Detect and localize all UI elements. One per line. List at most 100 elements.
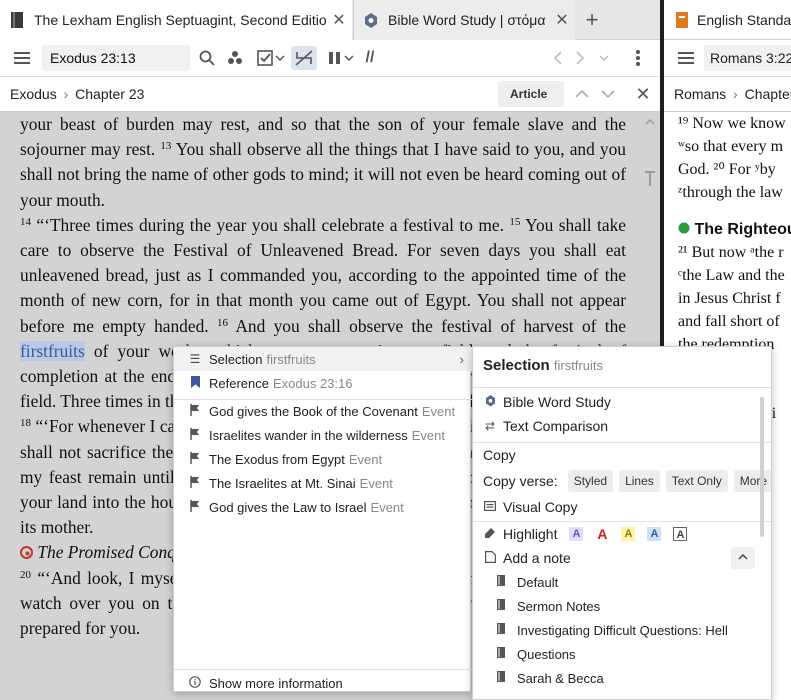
text-comparison-item[interactable]: ⇄ Text Comparison (483, 414, 608, 438)
breadcrumb-chapter[interactable]: Chapter 23 (75, 86, 144, 102)
visual-copy-item[interactable]: Visual Copy (483, 495, 577, 519)
verse-number[interactable]: 20 (20, 569, 31, 581)
notebook-item[interactable]: Investigating Difficult Questions: Hell (497, 618, 728, 642)
menu-item-reference[interactable]: Reference Exodus 23:16 (174, 371, 472, 395)
scroll-up-icon[interactable] (642, 114, 658, 130)
tab-bar: English Standard Version (664, 0, 791, 40)
book-icon (11, 12, 23, 28)
text-line[interactable]: and fall short of (678, 310, 791, 333)
flag-icon (188, 403, 202, 419)
breadcrumb: Exodus › Chapter 23 Article ✕ (0, 76, 660, 124)
tab-bar: The Lexham English Septuagint, Second Ed… (0, 0, 660, 40)
breadcrumb-separator: › (63, 86, 69, 102)
breadcrumb-chapter[interactable]: Chapter 3 (745, 86, 791, 102)
article-label: Article (510, 87, 548, 101)
breadcrumb-separator: › (733, 86, 738, 102)
tab-title: English Standard Version (697, 12, 791, 28)
section-heading: The Righteous (678, 218, 791, 241)
checklist-icon[interactable] (254, 46, 288, 70)
collapse-notes-button[interactable] (731, 547, 755, 569)
add-tab-button[interactable]: + (578, 6, 606, 34)
verse-number[interactable]: 13 (160, 140, 171, 152)
breadcrumb-book[interactable]: Romans (674, 86, 726, 102)
bookmark-icon (188, 375, 202, 391)
back-arrow-icon[interactable] (548, 46, 568, 70)
highlight-style-swatch[interactable]: A (621, 527, 636, 541)
selected-word[interactable]: firstfruits (20, 340, 85, 361)
article-dropdown[interactable]: Article (498, 81, 564, 124)
text-line[interactable]: God. ²⁰ For ʸby (678, 158, 791, 181)
verse-text[interactable]: And you shall observe the festival of ha… (235, 316, 626, 336)
close-tab-icon[interactable]: ✕ (326, 10, 352, 30)
copy-styled-button[interactable]: Styled (567, 470, 614, 492)
selection-actions-menu: Selection firstfruits Bible Word Study ⇄… (472, 346, 772, 700)
interlinear-icon[interactable] (291, 46, 317, 70)
note-icon (483, 550, 497, 566)
next-down-icon[interactable] (598, 82, 618, 106)
menu-scrollbar[interactable] (760, 397, 764, 537)
text-line[interactable]: ²¹ But now ᵃthe r (678, 241, 791, 264)
copy-text-only-button[interactable]: Text Only (665, 470, 728, 492)
columns-icon[interactable] (324, 46, 358, 70)
copy-more-button[interactable]: More » (733, 470, 771, 492)
close-tab-icon[interactable]: ✕ (549, 10, 575, 30)
highlight-row: Highlight A A A A A (483, 522, 688, 546)
text-line[interactable]: ʷso that every m (678, 135, 791, 158)
divider (473, 387, 771, 388)
more-options-icon[interactable] (628, 46, 648, 70)
menu-item-event[interactable]: Israelites wander in the wilderness Even… (174, 423, 472, 447)
search-icon[interactable] (196, 46, 218, 70)
text-line[interactable]: in Jesus Christ f (678, 287, 791, 310)
text-line[interactable]: ¹⁹ Now we know (678, 112, 791, 135)
section-link-icon[interactable] (20, 546, 33, 560)
tab-esv[interactable]: English Standard Version (676, 0, 791, 40)
menu-icon[interactable] (10, 46, 34, 70)
book-icon (676, 12, 688, 28)
verse-number[interactable]: 15 (509, 216, 520, 228)
verse-number[interactable]: 14 (20, 216, 31, 228)
menu-item-event[interactable]: The Exodus from Egypt Event (174, 447, 472, 471)
tab-bible-word-study[interactable]: Bible Word Study | στόμα ✕ (353, 0, 575, 40)
text-line[interactable]: ᶻthrough the law (678, 181, 791, 204)
verse-number[interactable]: 18 (20, 417, 31, 429)
word-study-icon (483, 394, 497, 410)
notebook-icon (497, 647, 507, 661)
highlight-style-swatch[interactable]: A (569, 527, 584, 541)
notebook-item[interactable]: Questions (497, 642, 576, 666)
close-panel-icon[interactable]: ✕ (632, 82, 654, 106)
notebook-item[interactable]: Sermon Notes (497, 594, 600, 618)
highlight-style-swatch[interactable]: A (673, 527, 688, 541)
copy-lines-button[interactable]: Lines (619, 470, 660, 492)
info-icon (188, 675, 202, 691)
history-dropdown-icon[interactable] (594, 46, 614, 70)
menu-item-event[interactable]: The Israelites at Mt. Sinai Event (174, 471, 472, 495)
bible-word-study-item[interactable]: Bible Word Study (483, 390, 611, 414)
list-icon: ☰ (189, 352, 201, 366)
tab-title: Bible Word Study | στόμα (388, 12, 546, 28)
previous-up-icon[interactable] (572, 82, 592, 106)
notebook-item[interactable]: Default (497, 570, 558, 594)
menu-item-event[interactable]: God gives the Law to Israel Event (174, 495, 472, 519)
breadcrumb-book[interactable]: Exodus (10, 86, 57, 102)
add-note-item[interactable]: Add a note (483, 546, 571, 570)
reference-input[interactable]: Romans 3:22 (704, 45, 791, 71)
reference-input[interactable]: Exodus 23:13 (42, 45, 190, 71)
show-more-information-link[interactable]: Show more information (174, 671, 472, 695)
visual-filter-icon[interactable] (224, 46, 246, 70)
copy-item[interactable]: Copy (483, 443, 516, 467)
highlight-style-swatch[interactable]: A (647, 527, 662, 541)
menu-icon[interactable] (674, 46, 698, 70)
text-line[interactable]: ᶜthe Law and the (678, 264, 791, 287)
tab-lexham-septuagint[interactable]: The Lexham English Septuagint, Second Ed… (0, 0, 352, 40)
menu-item-event[interactable]: God gives the Book of the Covenant Event (174, 399, 472, 423)
parallel-resources-icon[interactable]: // (360, 46, 380, 70)
verse-text[interactable]: “‘Three times during the year you shall … (36, 215, 504, 235)
notebook-item[interactable]: Sarah & Becca (497, 666, 604, 690)
copy-verse-row: Copy verse: Styled Lines Text Only More … (483, 469, 771, 493)
verse-number[interactable]: 16 (217, 317, 228, 329)
menu-item-selection[interactable]: ☰ Selection firstfruits › (174, 347, 472, 371)
highlight-style-swatch[interactable]: A (595, 527, 609, 541)
scroll-thumb[interactable] (645, 170, 655, 186)
forward-arrow-icon[interactable] (570, 46, 590, 70)
flag-icon (188, 475, 202, 491)
